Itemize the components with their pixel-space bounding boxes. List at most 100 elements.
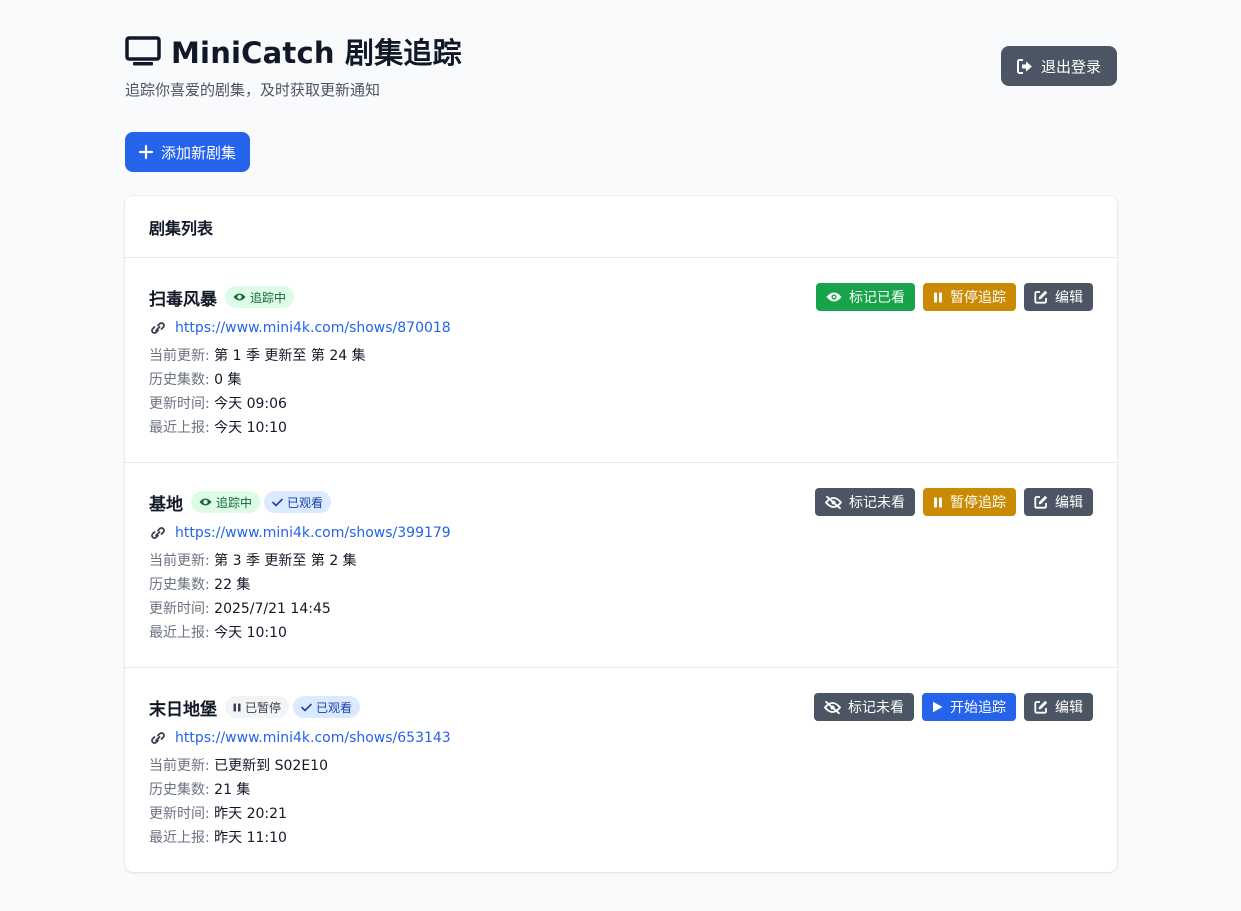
pause-tracking-button[interactable]: 暂停追踪: [923, 488, 1016, 516]
watched-badge-label: 已观看: [316, 700, 353, 715]
watched-badge-label: 已观看: [287, 495, 324, 510]
show-info: 当前更新: 第 1 季 更新至 第 24 集 历史集数: 0 集 更新时间: 今…: [149, 344, 1093, 440]
info-value: 已更新到 S02E10: [214, 758, 328, 774]
info-label: 最近上报:: [149, 830, 210, 846]
check-icon: [272, 498, 283, 506]
eye-slash-icon: [825, 495, 842, 509]
info-reported: 最近上报: 昨天 11:10: [149, 826, 1093, 850]
status-badge: 追踪中: [225, 286, 295, 308]
edit-icon: [1034, 290, 1048, 304]
info-history: 历史集数: 22 集: [149, 573, 1093, 597]
watched-badge: 已观看: [293, 696, 361, 718]
page-title: MiniCatch 剧集追踪: [171, 36, 462, 70]
info-current: 当前更新: 已更新到 S02E10: [149, 754, 1093, 778]
pause-icon: [934, 292, 942, 302]
show-url-link[interactable]: https://www.mini4k.com/shows/870018: [175, 320, 451, 336]
info-history: 历史集数: 0 集: [149, 368, 1093, 392]
start-tracking-label: 开始追踪: [950, 700, 1006, 716]
info-label: 更新时间:: [149, 601, 210, 617]
plus-icon: [139, 145, 153, 159]
eye-slash-icon: [824, 700, 841, 714]
mark-watched-label: 标记已看: [849, 290, 905, 306]
edit-button[interactable]: 编辑: [1024, 693, 1093, 721]
pause-tracking-label: 暂停追踪: [950, 495, 1006, 511]
mark-unwatched-button[interactable]: 标记未看: [814, 693, 914, 721]
logout-label: 退出登录: [1040, 57, 1101, 76]
info-label: 更新时间:: [149, 396, 210, 412]
info-history: 历史集数: 21 集: [149, 778, 1093, 802]
add-show-label: 添加新剧集: [161, 143, 237, 162]
mark-unwatched-label: 标记未看: [849, 495, 905, 511]
info-label: 更新时间:: [149, 806, 210, 822]
pause-icon: [934, 497, 942, 507]
info-value: 第 3 季 更新至 第 2 集: [214, 553, 357, 569]
show-link-row: https://www.mini4k.com/shows/399179: [149, 523, 1093, 543]
status-badge-label: 已暂停: [245, 700, 282, 715]
show-actions: 标记未看 开始追踪 编辑: [806, 693, 1093, 721]
info-label: 当前更新:: [149, 553, 210, 569]
show-actions: 标记未看 暂停追踪 编辑: [807, 488, 1093, 516]
show-url-link[interactable]: https://www.mini4k.com/shows/653143: [175, 730, 451, 746]
info-current: 当前更新: 第 1 季 更新至 第 24 集: [149, 344, 1093, 368]
show-item: 末日地堡 已暂停 已观看 https://www.mini4k.com/show…: [125, 668, 1117, 873]
show-info: 当前更新: 已更新到 S02E10 历史集数: 21 集 更新时间: 昨天 20…: [149, 754, 1093, 850]
mark-unwatched-button[interactable]: 标记未看: [815, 488, 915, 516]
link-icon: [151, 322, 165, 334]
app-container: MiniCatch 剧集追踪 追踪你喜爱的剧集，及时获取更新通知 退出登录 添加…: [125, 0, 1117, 872]
mark-watched-button[interactable]: 标记已看: [816, 283, 915, 311]
status-badge-label: 追踪中: [216, 495, 253, 510]
show-item: 基地 追踪中 已观看 https://www.mini4k.com/shows/…: [125, 463, 1117, 668]
show-url-link[interactable]: https://www.mini4k.com/shows/399179: [175, 525, 451, 541]
info-label: 历史集数:: [149, 577, 210, 593]
info-value: 0 集: [214, 372, 242, 388]
edit-button[interactable]: 编辑: [1024, 488, 1093, 516]
info-value: 昨天 11:10: [214, 830, 287, 846]
show-info: 当前更新: 第 3 季 更新至 第 2 集 历史集数: 22 集 更新时间: 2…: [149, 549, 1093, 645]
info-updated: 更新时间: 2025/7/21 14:45: [149, 597, 1093, 621]
show-link-row: https://www.mini4k.com/shows/870018: [149, 318, 1093, 338]
status-badge: 追踪中: [191, 491, 261, 513]
show-name: 基地: [149, 494, 183, 515]
add-show-button[interactable]: 添加新剧集: [125, 132, 251, 172]
link-icon: [151, 527, 165, 539]
info-reported: 最近上报: 今天 10:10: [149, 416, 1093, 440]
check-icon: [301, 703, 312, 711]
info-label: 历史集数:: [149, 372, 210, 388]
info-value: 今天 09:06: [214, 396, 287, 412]
status-badge: 已暂停: [225, 696, 290, 718]
info-value: 今天 10:10: [214, 420, 287, 436]
page-header: MiniCatch 剧集追踪 追踪你喜爱的剧集，及时获取更新通知 退出登录 添加…: [125, 0, 1117, 172]
link-icon: [151, 732, 165, 744]
info-reported: 最近上报: 今天 10:10: [149, 621, 1093, 645]
logout-icon: [1016, 58, 1032, 74]
info-updated: 更新时间: 昨天 20:21: [149, 802, 1093, 826]
mark-unwatched-label: 标记未看: [848, 700, 904, 716]
pause-tracking-label: 暂停追踪: [950, 290, 1006, 306]
edit-label: 编辑: [1055, 495, 1083, 511]
info-label: 最近上报:: [149, 420, 210, 436]
show-list-title: 剧集列表: [125, 196, 1117, 258]
start-tracking-button[interactable]: 开始追踪: [922, 693, 1016, 721]
info-label: 最近上报:: [149, 625, 210, 641]
show-name: 末日地堡: [149, 699, 217, 720]
info-value: 2025/7/21 14:45: [214, 601, 331, 617]
edit-icon: [1034, 495, 1048, 509]
info-value: 22 集: [214, 577, 251, 593]
logout-button[interactable]: 退出登录: [1000, 46, 1117, 86]
show-link-row: https://www.mini4k.com/shows/653143: [149, 728, 1093, 748]
status-badge-label: 追踪中: [250, 290, 287, 305]
info-value: 21 集: [214, 782, 251, 798]
title-row: MiniCatch 剧集追踪: [125, 30, 462, 72]
pause-icon: [233, 703, 241, 711]
show-name: 扫毒风暴: [149, 289, 217, 310]
edit-button[interactable]: 编辑: [1024, 283, 1093, 311]
tv-icon: [125, 36, 161, 66]
play-icon: [933, 701, 943, 713]
info-label: 当前更新:: [149, 348, 210, 364]
info-current: 当前更新: 第 3 季 更新至 第 2 集: [149, 549, 1093, 573]
info-label: 历史集数:: [149, 782, 210, 798]
pause-tracking-button[interactable]: 暂停追踪: [923, 283, 1016, 311]
eye-icon: [826, 292, 842, 302]
show-item: 扫毒风暴 追踪中 https://www.mini4k.com/shows/87…: [125, 258, 1117, 463]
watched-badge: 已观看: [264, 491, 332, 513]
